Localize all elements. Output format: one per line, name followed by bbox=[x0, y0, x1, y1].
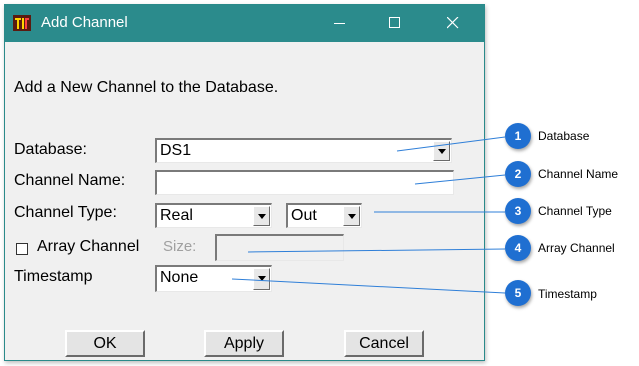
callout-label-5: Timestamp bbox=[538, 287, 597, 301]
callout-label-4: Array Channel bbox=[538, 241, 615, 255]
callout-line-1 bbox=[396, 136, 506, 152]
callout-lines bbox=[231, 136, 506, 294]
callout-label-2: Channel Name bbox=[538, 167, 619, 181]
callout-line-2 bbox=[414, 174, 506, 185]
callout-line-5 bbox=[231, 278, 506, 294]
callout-badge-5: 5 bbox=[505, 280, 531, 306]
callout-badge-3: 3 bbox=[505, 198, 531, 224]
callout-badge-1: 1 bbox=[505, 123, 531, 149]
callout-label-1: Database bbox=[538, 129, 590, 143]
callout-label-3: Channel Type bbox=[538, 204, 612, 218]
callout-badge-4: 4 bbox=[505, 235, 531, 261]
callout-line-4 bbox=[247, 248, 506, 253]
callout-badge-2: 2 bbox=[505, 161, 531, 187]
